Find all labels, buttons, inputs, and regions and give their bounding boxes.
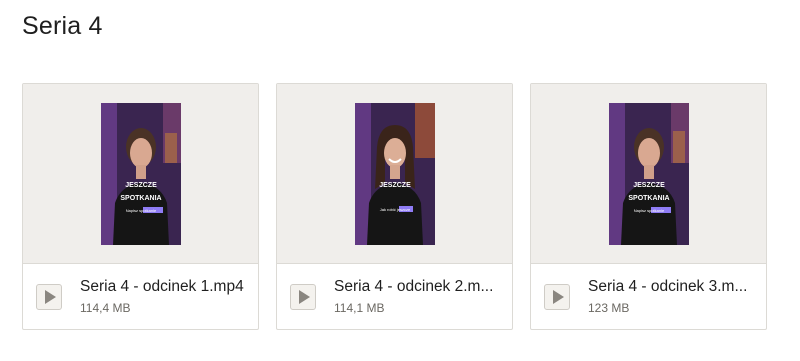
folder-title: Seria 4 xyxy=(22,12,103,40)
file-card[interactable]: JESZCZE SPOTKANIA Napisz spotkanie Seria… xyxy=(22,83,259,330)
thumb-caption: Jak robić jeszcze xyxy=(379,207,410,212)
video-thumbnail: JESZCZE SPOTKANIA Napisz spotkanie xyxy=(608,102,689,245)
thumb-caption: Napisz spotkanie xyxy=(125,208,156,213)
video-thumbnail: JESZCZE SPOTKANIA Napisz spotkanie xyxy=(100,102,181,245)
thumb-text-line1: JESZCZE xyxy=(633,182,665,189)
play-icon[interactable] xyxy=(36,284,62,310)
play-icon[interactable] xyxy=(290,284,316,310)
thumb-text-line2: SPOTKANIA xyxy=(628,195,669,202)
play-icon[interactable] xyxy=(544,284,570,310)
file-name[interactable]: Seria 4 - odcinek 1.mp4 xyxy=(80,278,252,296)
file-grid: JESZCZE SPOTKANIA Napisz spotkanie Seria… xyxy=(22,83,767,330)
file-browser-page: Seria 4 JESZCZE SPOTKANIA Napisz spotkan xyxy=(0,0,800,361)
thumb-text-line2: SPOTKANIA xyxy=(120,195,161,202)
thumb-text-line1: JESZCZE xyxy=(379,182,411,189)
file-name[interactable]: Seria 4 - odcinek 3.m... xyxy=(588,278,760,296)
video-preview[interactable]: JESZCZE SPOTKANIA Napisz spotkanie xyxy=(531,84,766,264)
thumb-text-line1: JESZCZE xyxy=(125,182,157,189)
file-info: Seria 4 - odcinek 2.m... 114,1 MB xyxy=(277,264,512,329)
file-size: 114,1 MB xyxy=(334,301,385,315)
thumb-caption: Napisz spotkanie xyxy=(633,208,664,213)
file-card[interactable]: JESZCZE SPOTKANIA Napisz spotkanie Seria… xyxy=(530,83,767,330)
video-preview[interactable]: JESZCZE SPOTKANIA Napisz spotkanie xyxy=(23,84,258,264)
video-thumbnail: JESZCZE Jak robić jeszcze xyxy=(354,102,435,245)
video-preview[interactable]: JESZCZE Jak robić jeszcze xyxy=(277,84,512,264)
file-info: Seria 4 - odcinek 1.mp4 114,4 MB xyxy=(23,264,258,329)
file-info: Seria 4 - odcinek 3.m... 123 MB xyxy=(531,264,766,329)
file-size: 114,4 MB xyxy=(80,301,131,315)
file-name[interactable]: Seria 4 - odcinek 2.m... xyxy=(334,278,506,296)
file-size: 123 MB xyxy=(588,301,630,315)
file-card[interactable]: JESZCZE Jak robić jeszcze Seria 4 - odci… xyxy=(276,83,513,330)
